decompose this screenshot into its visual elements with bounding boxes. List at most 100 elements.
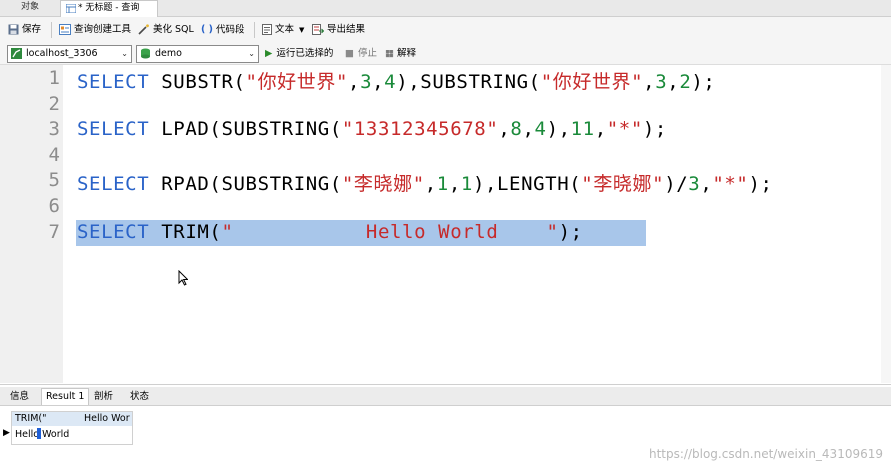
play-icon: ▶ — [265, 48, 273, 59]
code-token: , — [594, 118, 607, 140]
code-token: TRIM( — [149, 221, 222, 243]
code-token: ),LENGTH( — [472, 173, 582, 195]
code-snippet-button[interactable]: ( ) 代码段 — [201, 23, 245, 37]
text-label: 文本 — [275, 24, 295, 35]
explain-icon: ▦ — [385, 48, 394, 59]
query-tab-icon — [66, 4, 76, 13]
code-token: ); — [748, 173, 773, 195]
code-token: ),SUBSTRING( — [396, 71, 541, 93]
code-token: "你好世界" — [245, 71, 349, 93]
document-tab-bar: 对象 * 无标题 - 查询 — [0, 0, 891, 17]
mouse-cursor-icon — [178, 270, 188, 286]
code-token: "*" — [606, 118, 643, 140]
code-token: "*" — [712, 173, 749, 195]
toolbar-separator — [51, 22, 52, 38]
line-number: 4 — [48, 144, 60, 166]
code-snippet-label: 代码段 — [216, 24, 245, 36]
code-token: , — [424, 173, 437, 195]
code-token: 2 — [679, 71, 692, 93]
code-token: 8 — [510, 118, 523, 140]
code-token: )/ — [664, 173, 689, 195]
export-results-label: 导出结果 — [327, 24, 366, 35]
tab-info[interactable]: 信息 — [6, 389, 33, 405]
tab-objects[interactable]: 对象 — [0, 0, 60, 16]
code-token: , — [498, 118, 511, 140]
line-number: 3 — [48, 118, 60, 140]
line-number: 5 — [48, 169, 60, 191]
code-token: SELECT — [77, 221, 150, 243]
braces-icon: ( ) — [201, 24, 213, 35]
current-row-indicator-icon: ▶ — [3, 428, 10, 438]
dropdown-arrow-icon[interactable]: ▼ — [299, 26, 304, 34]
beautify-sql-label: 美化 SQL — [153, 24, 194, 35]
stop-button[interactable]: ■ 停止 — [345, 46, 377, 61]
code-token: , — [448, 173, 461, 195]
explain-button[interactable]: ▦ 解释 — [385, 46, 416, 61]
database-icon — [141, 48, 150, 59]
connection-icon — [11, 48, 22, 59]
explain-label: 解释 — [396, 48, 416, 59]
code-token: LPAD(SUBSTRING( — [149, 118, 342, 140]
run-selected-label: 运行已选择的 — [276, 48, 334, 59]
code-token: 1 — [460, 173, 473, 195]
tab-result-1[interactable]: Result 1 — [41, 388, 90, 405]
text-document-icon — [262, 24, 272, 35]
code-token: ); — [642, 118, 667, 140]
code-token: ); — [691, 71, 716, 93]
text-button[interactable]: 文本 ▼ — [262, 23, 304, 37]
beautify-sql-button[interactable]: 美化 SQL — [138, 23, 194, 37]
tab-profile[interactable]: 剖析 — [90, 389, 117, 405]
code-token: ), — [546, 118, 571, 140]
export-icon — [312, 24, 324, 35]
query-builder-button[interactable]: 查询创建工具 — [59, 23, 131, 37]
database-select[interactable]: demo ⌄ — [136, 45, 259, 63]
connection-bar: localhost_3306 ⌄ demo ⌄ ▶ 运行已选择的 ■ 停止 ▦ 解释 — [0, 43, 891, 65]
query-builder-label: 查询创建工具 — [74, 24, 132, 35]
grid-cell[interactable]: Hello World — [12, 427, 132, 442]
code-token: , — [372, 71, 385, 93]
code-line[interactable]: SELECT RPAD(SUBSTRING("李晓娜",1,1),LENGTH(… — [77, 169, 773, 196]
line-number: 1 — [48, 67, 60, 89]
code-line[interactable]: SELECT TRIM(" Hello World "); — [77, 221, 583, 243]
chevron-down-icon: ⌄ — [248, 49, 255, 58]
connection-select[interactable]: localhost_3306 ⌄ — [7, 45, 132, 63]
result-grid[interactable]: TRIM(" Hello Wor Hello World — [11, 411, 133, 445]
stop-label: 停止 — [357, 48, 377, 59]
column-header-right: Hello Wor — [84, 413, 130, 424]
code-token: 3 — [360, 71, 373, 93]
code-token: 3 — [655, 71, 668, 93]
code-token: 11 — [570, 118, 595, 140]
vertical-scrollbar[interactable] — [881, 65, 891, 383]
export-results-button[interactable]: 导出结果 — [312, 23, 365, 37]
column-header-left: TRIM(" — [15, 413, 47, 424]
toolbar-separator — [254, 22, 255, 38]
code-token: 1 — [436, 173, 449, 195]
code-token: "你好世界" — [540, 71, 644, 93]
code-token: "李晓娜" — [341, 173, 425, 195]
grid-column-header[interactable]: TRIM(" Hello Wor — [12, 412, 132, 426]
connection-value: localhost_3306 — [26, 48, 98, 59]
watermark-text: https://blog.csdn.net/weixin_43109619 — [648, 447, 883, 461]
tab-query-label: * 无标题 - 查询 — [78, 3, 140, 13]
code-token: 4 — [534, 118, 547, 140]
chevron-down-icon: ⌄ — [121, 49, 128, 58]
tab-status[interactable]: 状态 — [126, 389, 153, 405]
run-selected-button[interactable]: ▶ 运行已选择的 — [265, 46, 333, 61]
line-number: 6 — [48, 195, 60, 217]
query-builder-icon — [59, 24, 71, 35]
code-line[interactable]: SELECT LPAD(SUBSTRING("13312345678",8,4)… — [77, 118, 667, 140]
code-line[interactable]: SELECT SUBSTR("你好世界",3,4),SUBSTRING("你好世… — [77, 67, 715, 94]
save-button[interactable]: 保存 — [8, 23, 41, 37]
sql-editor[interactable]: 1 2 3 4 5 6 7 SELECT SUBSTR("你好世界",3,4),… — [0, 65, 891, 383]
code-token: SELECT — [77, 118, 150, 140]
query-toolbar: 保存 查询创建工具 美化 SQL ( ) 代码段 文本 ▼ 导出结果 — [0, 17, 891, 43]
code-token: , — [643, 71, 656, 93]
line-number: 2 — [48, 93, 60, 115]
code-token: 4 — [384, 71, 397, 93]
stop-icon: ■ — [345, 48, 354, 59]
tab-untitled-query[interactable]: * 无标题 - 查询 — [60, 0, 158, 17]
code-token: SELECT — [77, 71, 150, 93]
code-token: , — [522, 118, 535, 140]
grid-cell-value: Hello World — [15, 429, 70, 440]
database-value: demo — [155, 48, 182, 59]
